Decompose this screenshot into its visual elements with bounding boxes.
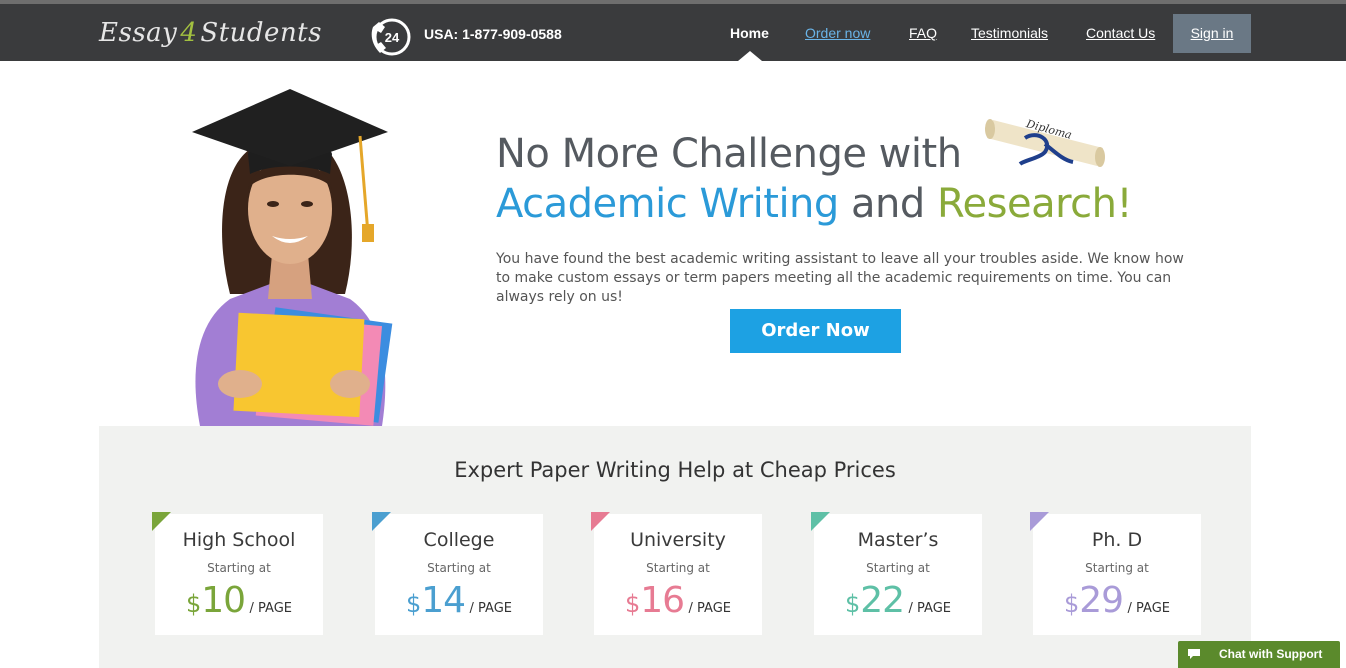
logo-students: Students	[200, 18, 322, 48]
nav-faq[interactable]: FAQ	[909, 25, 937, 41]
nav-contact-us[interactable]: Contact Us	[1086, 25, 1155, 41]
price-unit: / PAGE	[469, 601, 513, 616]
price-card-college[interactable]: College Starting at $14 / PAGE	[372, 512, 543, 635]
price-currency: $	[624, 590, 641, 618]
logo-four: 4	[180, 18, 198, 48]
chat-with-support-button[interactable]: Chat with Support	[1178, 641, 1340, 668]
order-now-button[interactable]: Order Now	[730, 309, 901, 353]
card-starting-at: Starting at	[1085, 561, 1149, 575]
diploma-scroll-image: Diploma	[985, 117, 1105, 167]
pricing-title: Expert Paper Writing Help at Cheap Price…	[454, 458, 896, 482]
price-card-university[interactable]: University Starting at $16 / PAGE	[591, 512, 762, 635]
card-starting-at: Starting at	[646, 561, 710, 575]
active-nav-indicator	[738, 51, 762, 61]
price-currency: $	[844, 590, 861, 618]
card-price: $29 / PAGE	[1033, 580, 1201, 621]
price-amount: 14	[421, 580, 466, 621]
site-logo[interactable]: Essay 4 Students	[99, 18, 322, 48]
price-amount: 22	[860, 580, 905, 621]
nav-order-now[interactable]: Order now	[805, 25, 870, 41]
price-unit: / PAGE	[249, 601, 293, 616]
hero-description: You have found the best academic writing…	[496, 251, 1184, 305]
card-price: $14 / PAGE	[375, 580, 543, 621]
price-card-high-school[interactable]: High School Starting at $10 / PAGE	[152, 512, 323, 635]
hero-headline-line2: Academic Writing and Research!	[496, 180, 1133, 228]
logo-essay: Essay	[99, 18, 178, 48]
nav-home[interactable]: Home	[730, 25, 769, 41]
card-title: High School	[182, 529, 296, 551]
card-title: College	[423, 529, 495, 551]
price-unit: / PAGE	[908, 601, 952, 616]
card-title: Ph. D	[1091, 529, 1143, 551]
hero-graduate-image	[192, 89, 393, 426]
price-currency: $	[405, 590, 422, 618]
price-currency: $	[185, 590, 202, 618]
price-card-masters[interactable]: Master’s Starting at $22 / PAGE	[811, 512, 982, 635]
card-starting-at: Starting at	[866, 561, 930, 575]
card-title: University	[630, 529, 726, 551]
card-price: $22 / PAGE	[814, 580, 982, 621]
hero-headline-line1: No More Challenge with	[496, 131, 962, 177]
chat-bubble-icon	[1188, 649, 1200, 659]
card-price: $10 / PAGE	[155, 580, 323, 621]
headline-research: Research!	[937, 181, 1133, 227]
nav-testimonials[interactable]: Testimonials	[971, 25, 1048, 41]
price-card-phd[interactable]: Ph. D Starting at $29 / PAGE	[1030, 512, 1201, 635]
pricing-section: Expert Paper Writing Help at Cheap Price…	[99, 426, 1251, 668]
card-price: $16 / PAGE	[594, 580, 762, 621]
price-unit: / PAGE	[688, 601, 732, 616]
chat-label: Chat with Support	[1219, 647, 1323, 661]
price-amount: 10	[201, 580, 246, 621]
header-navbar: Essay 4 Students 24 USA: 1-877-909-0588 Ho…	[0, 4, 1346, 61]
price-unit: / PAGE	[1127, 601, 1171, 616]
headline-and: and	[851, 181, 925, 227]
sign-in-button[interactable]: Sign in	[1173, 14, 1251, 53]
card-starting-at: Starting at	[427, 561, 491, 575]
card-title: Master’s	[857, 529, 939, 551]
price-currency: $	[1063, 590, 1080, 618]
phone-badge-text: 24	[385, 30, 400, 45]
card-starting-at: Starting at	[207, 561, 271, 575]
price-amount: 16	[640, 580, 685, 621]
phone-number[interactable]: USA: 1-877-909-0588	[424, 26, 562, 42]
phone-24-icon: 24	[371, 18, 411, 56]
price-amount: 29	[1079, 580, 1124, 621]
headline-academic-writing: Academic Writing	[496, 181, 839, 227]
